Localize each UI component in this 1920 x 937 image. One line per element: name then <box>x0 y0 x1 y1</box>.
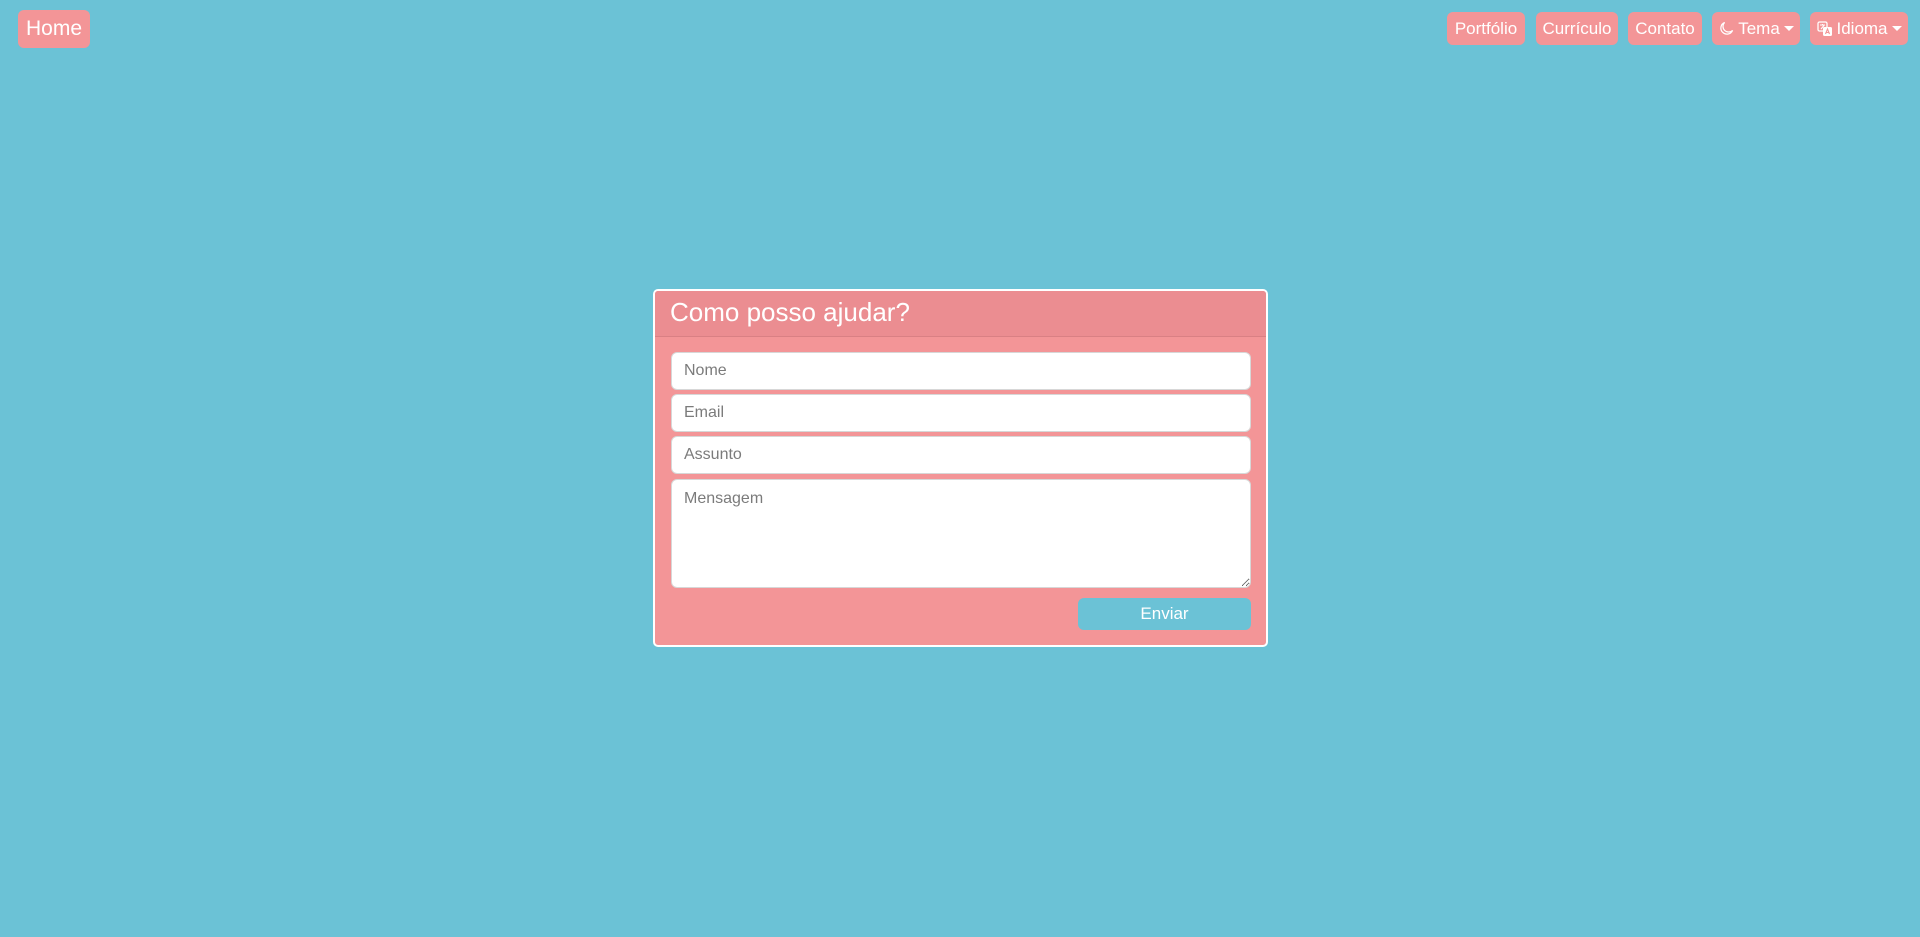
language-dropdown[interactable]: Idioma <box>1810 12 1908 45</box>
contact-card: Como posso ajudar? Enviar <box>653 289 1268 647</box>
moon-icon <box>1718 20 1735 37</box>
nav-link-curriculo[interactable]: Currículo <box>1536 12 1618 45</box>
theme-dropdown-label: Tema <box>1738 18 1780 38</box>
contact-card-title: Como posso ajudar? <box>655 291 1266 337</box>
message-textarea[interactable] <box>671 479 1251 588</box>
home-button[interactable]: Home <box>18 10 90 48</box>
theme-dropdown[interactable]: Tema <box>1712 12 1800 45</box>
translate-icon <box>1816 20 1833 37</box>
name-input[interactable] <box>671 352 1251 390</box>
subject-input[interactable] <box>671 436 1251 474</box>
nav-link-contato[interactable]: Contato <box>1628 12 1702 45</box>
nav-link-portfolio[interactable]: Portfólio <box>1447 12 1525 45</box>
email-input[interactable] <box>671 394 1251 432</box>
send-button[interactable]: Enviar <box>1078 598 1251 630</box>
language-dropdown-label: Idioma <box>1836 18 1888 38</box>
chevron-down-icon <box>1783 26 1794 31</box>
chevron-down-icon <box>1891 26 1902 31</box>
